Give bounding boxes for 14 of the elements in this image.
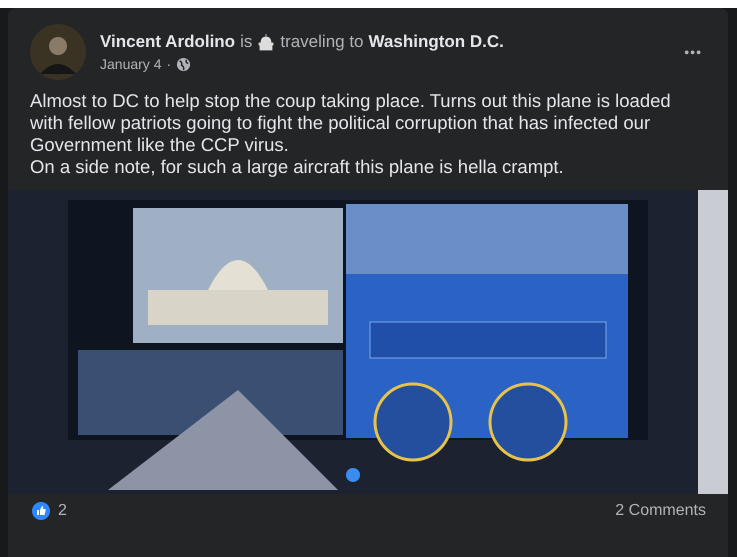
- like-icon[interactable]: [32, 502, 50, 520]
- dome-icon: [257, 33, 276, 51]
- more-options-button[interactable]: •••: [676, 40, 710, 64]
- post-author[interactable]: Vincent Ardolino: [100, 32, 236, 52]
- activity-text: traveling to: [280, 32, 364, 52]
- verb-text: is: [240, 32, 252, 52]
- place-link[interactable]: Washington D.C.: [368, 32, 504, 52]
- post-text: Almost to DC to help stop the coup taking place. Turns out this plane is loaded with fellow patriots going to fight the political corruption that has infected our Government like the CCP virus. On a side note, for such a large aircraft this plane is hella crampt.: [30, 90, 672, 178]
- separator-dot: ·: [166, 56, 172, 72]
- reaction-count[interactable]: 2: [58, 502, 67, 520]
- comments-link[interactable]: 2 Comments: [615, 502, 706, 520]
- globe-icon: [176, 56, 192, 72]
- post-date[interactable]: January 4: [100, 56, 162, 72]
- avatar[interactable]: [30, 24, 86, 80]
